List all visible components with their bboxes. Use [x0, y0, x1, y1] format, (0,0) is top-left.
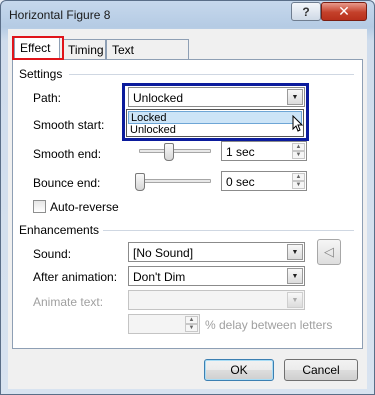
spin-down-icon[interactable]: ▼: [292, 151, 305, 159]
path-option-locked[interactable]: Locked: [128, 111, 302, 124]
effect-panel: Settings Path: Unlocked ▼ Smooth start: …: [12, 59, 363, 349]
tab-effect[interactable]: Effect: [14, 37, 60, 59]
help-button[interactable]: ?: [291, 2, 321, 21]
spin-up-icon[interactable]: ▲: [292, 143, 305, 151]
sound-label: Sound:: [33, 247, 72, 261]
spin-up-icon[interactable]: ▲: [292, 173, 305, 181]
path-option-unlocked[interactable]: Unlocked: [128, 124, 302, 137]
bounce-end-slider-thumb[interactable]: [135, 173, 145, 191]
spin-up-icon[interactable]: ▲: [185, 316, 198, 324]
title-bar[interactable]: Horizontal Figure 8 ? ✕: [1, 1, 374, 29]
ok-button[interactable]: OK: [204, 359, 274, 381]
letter-delay-spinner[interactable]: ▲ ▼: [128, 314, 200, 334]
window-title: Horizontal Figure 8: [9, 8, 111, 22]
path-select[interactable]: Unlocked ▼: [128, 87, 305, 107]
after-animation-value: Don't Dim: [133, 270, 186, 284]
settings-group-label: Settings: [19, 67, 63, 81]
path-dropdown-list: Locked Unlocked: [126, 109, 304, 137]
cancel-button[interactable]: Cancel: [284, 359, 358, 381]
mouse-pointer-icon: [292, 114, 304, 136]
letter-delay-label: % delay between letters: [205, 318, 333, 332]
speaker-icon[interactable]: ◁: [317, 239, 341, 265]
bounce-end-slider-track[interactable]: [139, 179, 211, 183]
bounce-end-label: Bounce end:: [33, 176, 101, 190]
tab-timing[interactable]: Timing: [62, 39, 106, 59]
bounce-end-value: 0 sec: [226, 175, 255, 189]
dialog-window: Horizontal Figure 8 ? ✕ Effect Timing Te…: [0, 0, 375, 395]
chevron-down-icon[interactable]: ▼: [287, 268, 303, 284]
after-animation-label: After animation:: [33, 270, 118, 284]
after-animation-select[interactable]: Don't Dim ▼: [128, 266, 305, 286]
path-label: Path:: [33, 91, 62, 105]
smooth-end-value: 1 sec: [226, 145, 255, 159]
bounce-end-spinner[interactable]: 0 sec ▲ ▼: [221, 171, 307, 191]
animate-text-select[interactable]: ▼: [128, 290, 305, 310]
smooth-start-label: Smooth start:: [33, 118, 105, 132]
chevron-down-icon[interactable]: ▼: [287, 292, 303, 308]
sound-select-value: [No Sound]: [133, 246, 194, 260]
settings-divider: [69, 74, 354, 75]
auto-reverse-checkbox[interactable]: [33, 200, 46, 213]
close-button[interactable]: ✕: [321, 2, 367, 21]
tab-text-animation[interactable]: Text Animation: [106, 39, 189, 71]
animate-text-label: Animate text:: [33, 295, 104, 309]
enhancements-group-label: Enhancements: [19, 223, 100, 237]
smooth-end-slider-track[interactable]: [139, 149, 211, 153]
spin-down-icon[interactable]: ▼: [292, 181, 305, 189]
smooth-end-slider-thumb[interactable]: [164, 143, 174, 161]
path-select-value: Unlocked: [133, 91, 184, 105]
smooth-end-label: Smooth end:: [33, 147, 102, 161]
enhancements-divider: [103, 230, 354, 231]
smooth-end-spinner[interactable]: 1 sec ▲ ▼: [221, 141, 307, 161]
chevron-down-icon[interactable]: ▼: [287, 89, 303, 105]
chevron-down-icon[interactable]: ▼: [287, 244, 303, 260]
dialog-body: Effect Timing Text Animation Settings Pa…: [8, 29, 367, 389]
sound-select[interactable]: [No Sound] ▼: [128, 242, 305, 262]
auto-reverse-label[interactable]: Auto-reverse: [50, 200, 119, 214]
spin-down-icon[interactable]: ▼: [185, 324, 198, 332]
